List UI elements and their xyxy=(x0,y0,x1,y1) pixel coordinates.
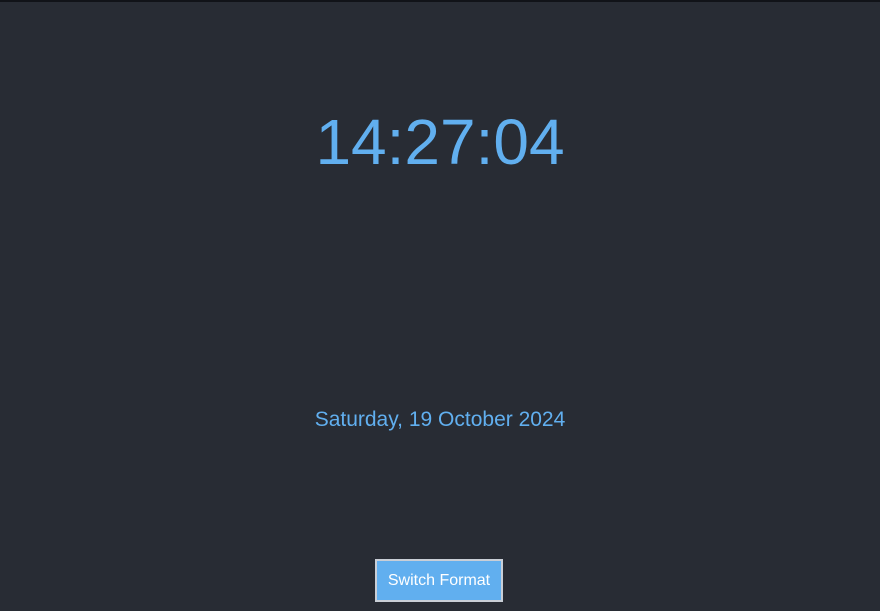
clock-date: Saturday, 19 October 2024 xyxy=(314,408,566,431)
switch-format-button[interactable]: Switch Format xyxy=(375,559,503,602)
top-border xyxy=(0,0,880,2)
clock-time: 14:27:04 xyxy=(315,106,565,178)
